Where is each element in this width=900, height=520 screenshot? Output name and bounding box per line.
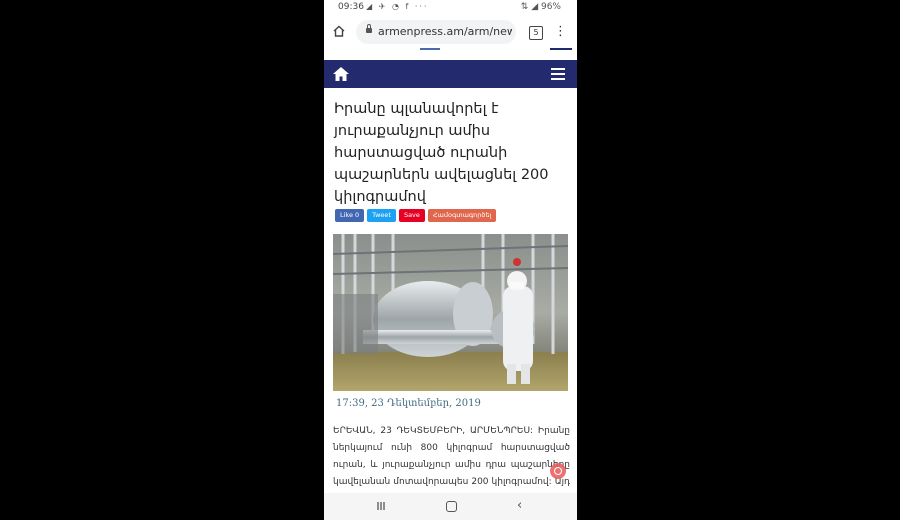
back-icon[interactable]: ‹ bbox=[517, 499, 522, 512]
android-nav-bar: ‹ bbox=[324, 493, 577, 520]
lock-icon bbox=[366, 24, 372, 33]
floating-action-button[interactable] bbox=[550, 463, 566, 479]
recent-apps-icon[interactable] bbox=[376, 501, 386, 511]
tab-switcher-button[interactable]: 5 bbox=[529, 26, 543, 40]
url-bar[interactable]: armenpress.am/arm/news/ bbox=[356, 20, 516, 44]
nav-home-icon[interactable] bbox=[446, 501, 457, 512]
home-icon[interactable] bbox=[332, 24, 346, 38]
browser-toolbar: armenpress.am/arm/news/ 5 ⋮ bbox=[324, 15, 577, 49]
share-buttons: Like 0 Tweet Save Համօգտագործել bbox=[335, 209, 497, 223]
tweet-button[interactable]: Tweet bbox=[367, 209, 396, 222]
share-button[interactable]: Համօգտագործել bbox=[427, 209, 497, 222]
hamburger-menu-icon[interactable] bbox=[551, 68, 565, 80]
status-time: 09:36 bbox=[338, 2, 364, 12]
status-bar: 09:36 ◢ ✈ ◔ f ··· ⇅ ◢ 96% bbox=[324, 0, 577, 15]
article-date: 17:39, 23 Դեկտեմբեր, 2019 bbox=[336, 398, 481, 409]
article-headline: Իրանը պլանավորել է յուրաքանչյուր ամիս հա… bbox=[334, 101, 549, 205]
scrolled-header-fragment bbox=[420, 48, 440, 50]
url-text: armenpress.am/arm/news/ bbox=[378, 25, 512, 38]
site-home-icon[interactable] bbox=[332, 66, 350, 82]
battery-status: ⇅ ◢ 96% bbox=[520, 2, 561, 12]
site-nav-bar bbox=[324, 60, 577, 88]
pinterest-save-button[interactable]: Save bbox=[398, 209, 425, 222]
notification-icons: ◢ ✈ ◔ f ··· bbox=[366, 2, 429, 11]
browser-menu-icon[interactable]: ⋮ bbox=[554, 25, 567, 41]
phone-screen: 09:36 ◢ ✈ ◔ f ··· ⇅ ◢ 96% armenpress.am/… bbox=[324, 0, 577, 520]
facebook-like-button[interactable]: Like 0 bbox=[335, 209, 365, 222]
article-photo bbox=[333, 234, 568, 391]
scrolled-header-fragment bbox=[550, 48, 572, 50]
